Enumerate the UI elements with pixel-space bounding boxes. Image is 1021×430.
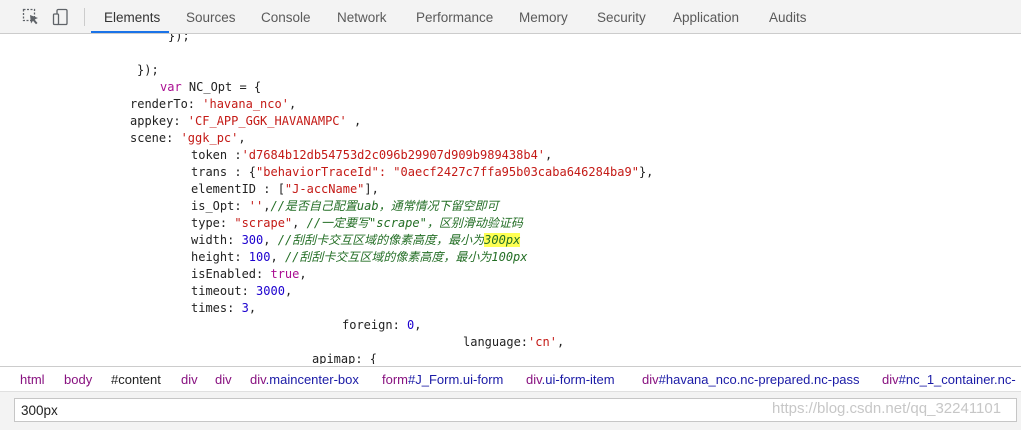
breadcrumb-item[interactable]: div#nc_1_container.nc- <box>882 367 1016 391</box>
code-line: }); <box>137 63 159 77</box>
code-line: scene: 'ggk_pc', <box>130 131 246 145</box>
code-line: is_Opt: '',//是否自己配置uab，通常情况下留空即可 <box>191 199 499 213</box>
tab-audits[interactable]: Audits <box>769 0 807 33</box>
device-toolbar-icon[interactable] <box>52 8 70 26</box>
code-line: elementID : ["J-accName"], <box>191 182 379 196</box>
breadcrumb-item[interactable]: div#havana_nco.nc-prepared.nc-pass <box>642 367 860 391</box>
breadcrumb-item[interactable]: html <box>20 367 45 391</box>
toolbar-divider <box>84 8 85 26</box>
breadcrumb-item[interactable]: div <box>215 367 232 391</box>
tab-application[interactable]: Application <box>673 0 739 33</box>
tab-performance[interactable]: Performance <box>416 0 493 33</box>
code-line: appkey: 'CF_APP_GGK_HAVANAMPC' , <box>130 114 362 128</box>
code-line: type: "scrape", //一定要写"scrape"，区别滑动验证码 <box>191 216 523 230</box>
code-line: width: 300, //刮刮卡交互区域的像素高度，最小为300px <box>191 233 521 247</box>
breadcrumb-item[interactable]: div.maincenter-box <box>250 367 359 391</box>
elements-code-view[interactable]: }); }); var NC_Opt = { renderTo: 'havana… <box>0 34 1021 364</box>
code-line: }); <box>168 34 190 43</box>
tab-elements[interactable]: Elements <box>104 0 160 33</box>
breadcrumb-item[interactable]: div.ui-form-item <box>526 367 615 391</box>
code-line: var NC_Opt = { <box>160 80 262 94</box>
watermark: https://blog.csdn.net/qq_32241101 <box>772 400 1002 417</box>
tab-memory[interactable]: Memory <box>519 0 568 33</box>
breadcrumb-item[interactable]: #content <box>111 367 161 391</box>
code-line: apimap: { <box>312 352 378 364</box>
search-match-highlight: 300px <box>484 233 521 247</box>
tab-console[interactable]: Console <box>261 0 311 33</box>
tab-security[interactable]: Security <box>597 0 646 33</box>
devtools-tab-bar: Elements Sources Console Network Perform… <box>0 0 1021 34</box>
breadcrumb-item[interactable]: body <box>64 367 92 391</box>
inspect-element-icon[interactable] <box>22 8 40 26</box>
code-line: timeout: 3000, <box>191 284 293 298</box>
breadcrumb-item[interactable]: div <box>181 367 198 391</box>
tab-sources[interactable]: Sources <box>186 0 236 33</box>
code-line: times: 3, <box>191 301 257 315</box>
breadcrumb-item[interactable]: form#J_Form.ui-form <box>382 367 503 391</box>
code-line: foreign: 0, <box>342 318 422 332</box>
dom-breadcrumb: html body #content div div div.maincente… <box>0 366 1021 392</box>
code-line: isEnabled: true, <box>191 267 307 281</box>
code-line: height: 100, //刮刮卡交互区域的像素高度，最小为100px <box>191 250 528 264</box>
tab-network[interactable]: Network <box>337 0 387 33</box>
code-line: language:'cn', <box>463 335 565 349</box>
code-line: renderTo: 'havana_nco', <box>130 97 297 111</box>
active-tab-indicator <box>91 31 169 33</box>
code-line: token :'d7684b12db54753d2c096b29907d909b… <box>191 148 553 162</box>
code-line: trans : {"behaviorTraceId": "0aecf2427c7… <box>191 165 654 179</box>
